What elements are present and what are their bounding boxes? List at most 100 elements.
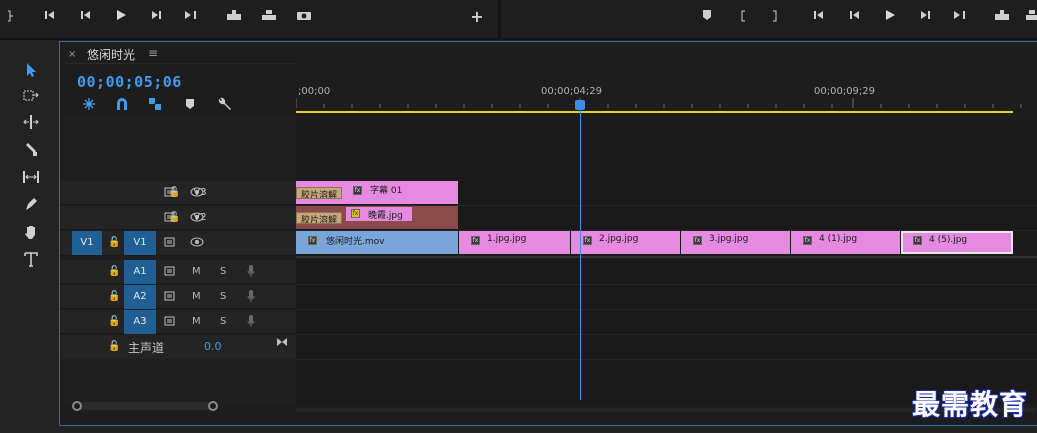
transition-label: 胶片溶解 bbox=[301, 191, 338, 199]
master-volume-value[interactable]: 0.0 bbox=[204, 340, 222, 353]
ruler-label-start: ;00;00 bbox=[298, 86, 331, 97]
mic-icon[interactable] bbox=[246, 289, 256, 306]
zoom-handle-right[interactable] bbox=[208, 401, 218, 411]
track-select-tool-icon[interactable] bbox=[16, 86, 46, 110]
pen-tool-icon[interactable] bbox=[16, 194, 46, 218]
track-label-a2[interactable]: A2 bbox=[124, 285, 156, 309]
clip-4-1-jpg[interactable]: fx 4 (1).jpg bbox=[791, 231, 900, 254]
lift-icon[interactable] bbox=[992, 7, 1012, 27]
go-to-edit-point-icon[interactable] bbox=[276, 337, 288, 350]
track-label-a1[interactable]: A1 bbox=[124, 260, 156, 284]
sync-lock-icon[interactable] bbox=[164, 211, 176, 226]
track-header-master[interactable]: 🔓 bbox=[60, 335, 296, 359]
clip-3-jpg[interactable]: fx 3.jpg.jpg bbox=[681, 231, 790, 254]
clip-label: 4 (1).jpg bbox=[819, 234, 858, 244]
solo-button[interactable]: S bbox=[220, 316, 226, 327]
mic-icon[interactable] bbox=[246, 264, 256, 281]
razor-tool-icon[interactable] bbox=[16, 140, 46, 164]
eye-icon[interactable] bbox=[190, 211, 204, 226]
type-tool-icon[interactable] bbox=[16, 248, 46, 272]
program-go-to-out-icon[interactable] bbox=[949, 7, 969, 27]
overwrite-icon[interactable] bbox=[259, 7, 279, 27]
clip-4-5-jpg[interactable]: fx 4 (5).jpg bbox=[901, 231, 1013, 254]
extract-icon[interactable] bbox=[1022, 7, 1037, 27]
program-step-back-icon[interactable] bbox=[845, 7, 865, 27]
fx-icon: fx bbox=[693, 236, 702, 245]
tab-close-icon[interactable]: × bbox=[68, 49, 76, 60]
mute-button[interactable]: M bbox=[192, 291, 201, 302]
sync-lock-icon[interactable] bbox=[164, 290, 176, 305]
hand-tool-icon[interactable] bbox=[16, 221, 46, 245]
ripple-edit-tool-icon[interactable] bbox=[16, 112, 46, 136]
playhead-timecode[interactable]: 00;00;05;06 bbox=[77, 73, 182, 91]
selection-tool-icon[interactable] bbox=[16, 59, 46, 83]
snap-icon[interactable] bbox=[113, 96, 131, 112]
nest-toggle-icon[interactable] bbox=[80, 96, 98, 112]
eye-icon[interactable] bbox=[190, 186, 204, 201]
source-patch-v1[interactable]: V1 bbox=[72, 231, 102, 255]
lock-icon[interactable]: 🔓 bbox=[108, 341, 120, 352]
clip-1-jpg[interactable]: fx 1.jpg.jpg bbox=[459, 231, 570, 254]
sequence-tab-title[interactable]: 悠闲时光 bbox=[87, 46, 135, 63]
clip-label: 2.jpg.jpg bbox=[599, 234, 639, 244]
out-point-icon[interactable] bbox=[0, 7, 20, 27]
clip-label: 晚霞.jpg bbox=[368, 211, 403, 221]
sync-lock-icon[interactable] bbox=[164, 236, 176, 251]
slip-tool-icon[interactable] bbox=[16, 167, 46, 191]
lock-icon[interactable]: 🔓 bbox=[108, 237, 120, 248]
track-header-a1[interactable]: 🔓 A1 M S bbox=[60, 260, 296, 284]
add-button-icon[interactable]: + bbox=[467, 7, 487, 27]
track-header-a2[interactable]: 🔓 A2 M S bbox=[60, 285, 296, 309]
sync-lock-icon[interactable] bbox=[164, 265, 176, 280]
lock-icon[interactable]: 🔓 bbox=[108, 266, 120, 277]
insert-icon[interactable] bbox=[224, 7, 244, 27]
track-header-v1[interactable]: V1 🔓 V1 bbox=[60, 231, 296, 256]
playhead-line[interactable] bbox=[580, 100, 581, 400]
mic-icon[interactable] bbox=[246, 314, 256, 331]
program-play-icon[interactable] bbox=[880, 7, 900, 27]
mute-button[interactable]: M bbox=[192, 266, 201, 277]
ruler-label-end: 00;00;09;29 bbox=[814, 86, 876, 97]
tab-menu-icon[interactable]: ≡ bbox=[148, 46, 158, 60]
linked-selection-icon[interactable] bbox=[146, 96, 164, 112]
track-header-v2[interactable]: 🔓 V2 bbox=[60, 206, 296, 230]
step-forward-icon[interactable] bbox=[146, 7, 166, 27]
clip-sunset-inner[interactable]: fx 晚霞.jpg bbox=[346, 207, 412, 221]
zoom-handle-left[interactable] bbox=[72, 401, 82, 411]
step-back-icon[interactable] bbox=[76, 7, 96, 27]
playhead-handle[interactable] bbox=[575, 100, 585, 110]
go-to-in-icon[interactable] bbox=[42, 7, 62, 27]
program-step-forward-icon[interactable] bbox=[915, 7, 935, 27]
add-marker-icon[interactable] bbox=[183, 96, 201, 112]
clip-video-mov[interactable]: fx 悠闲时光.mov bbox=[296, 231, 458, 254]
lane-separator bbox=[296, 309, 1037, 310]
solo-button[interactable]: S bbox=[220, 266, 226, 277]
master-track-label: 主声道 bbox=[128, 341, 165, 355]
clip-2-jpg[interactable]: fx 2.jpg.jpg bbox=[571, 231, 680, 254]
lock-icon[interactable]: 🔓 bbox=[108, 316, 120, 327]
work-area-bar[interactable] bbox=[296, 111, 1013, 113]
eye-icon[interactable] bbox=[190, 236, 204, 251]
sync-lock-icon[interactable] bbox=[164, 315, 176, 330]
track-label-a3[interactable]: A3 bbox=[124, 310, 156, 334]
program-go-to-in-icon[interactable] bbox=[811, 7, 831, 27]
transition-film-dissolve-v2[interactable]: 胶片溶解 bbox=[296, 212, 342, 224]
mark-out-icon[interactable] bbox=[765, 7, 785, 27]
ruler-ticks bbox=[296, 98, 1022, 108]
transition-film-dissolve-v3[interactable]: 胶片溶解 bbox=[296, 187, 342, 199]
mute-button[interactable]: M bbox=[192, 316, 201, 327]
solo-button[interactable]: S bbox=[220, 291, 226, 302]
mark-in-icon[interactable] bbox=[733, 7, 753, 27]
go-to-out-icon[interactable] bbox=[180, 7, 200, 27]
lock-icon[interactable]: 🔓 bbox=[108, 291, 120, 302]
sync-lock-icon[interactable] bbox=[164, 186, 176, 201]
track-lanes[interactable] bbox=[296, 119, 1037, 405]
track-header-v3[interactable]: 🔓 V3 bbox=[60, 181, 296, 205]
track-label-v1[interactable]: V1 bbox=[124, 231, 156, 255]
camera-icon[interactable] bbox=[294, 7, 314, 27]
marker-icon[interactable] bbox=[697, 7, 717, 27]
wrench-icon[interactable] bbox=[216, 96, 234, 112]
zoom-scrollbar[interactable] bbox=[72, 402, 217, 410]
track-header-a3[interactable]: 🔓 A3 M S bbox=[60, 310, 296, 334]
play-icon[interactable] bbox=[111, 7, 131, 27]
